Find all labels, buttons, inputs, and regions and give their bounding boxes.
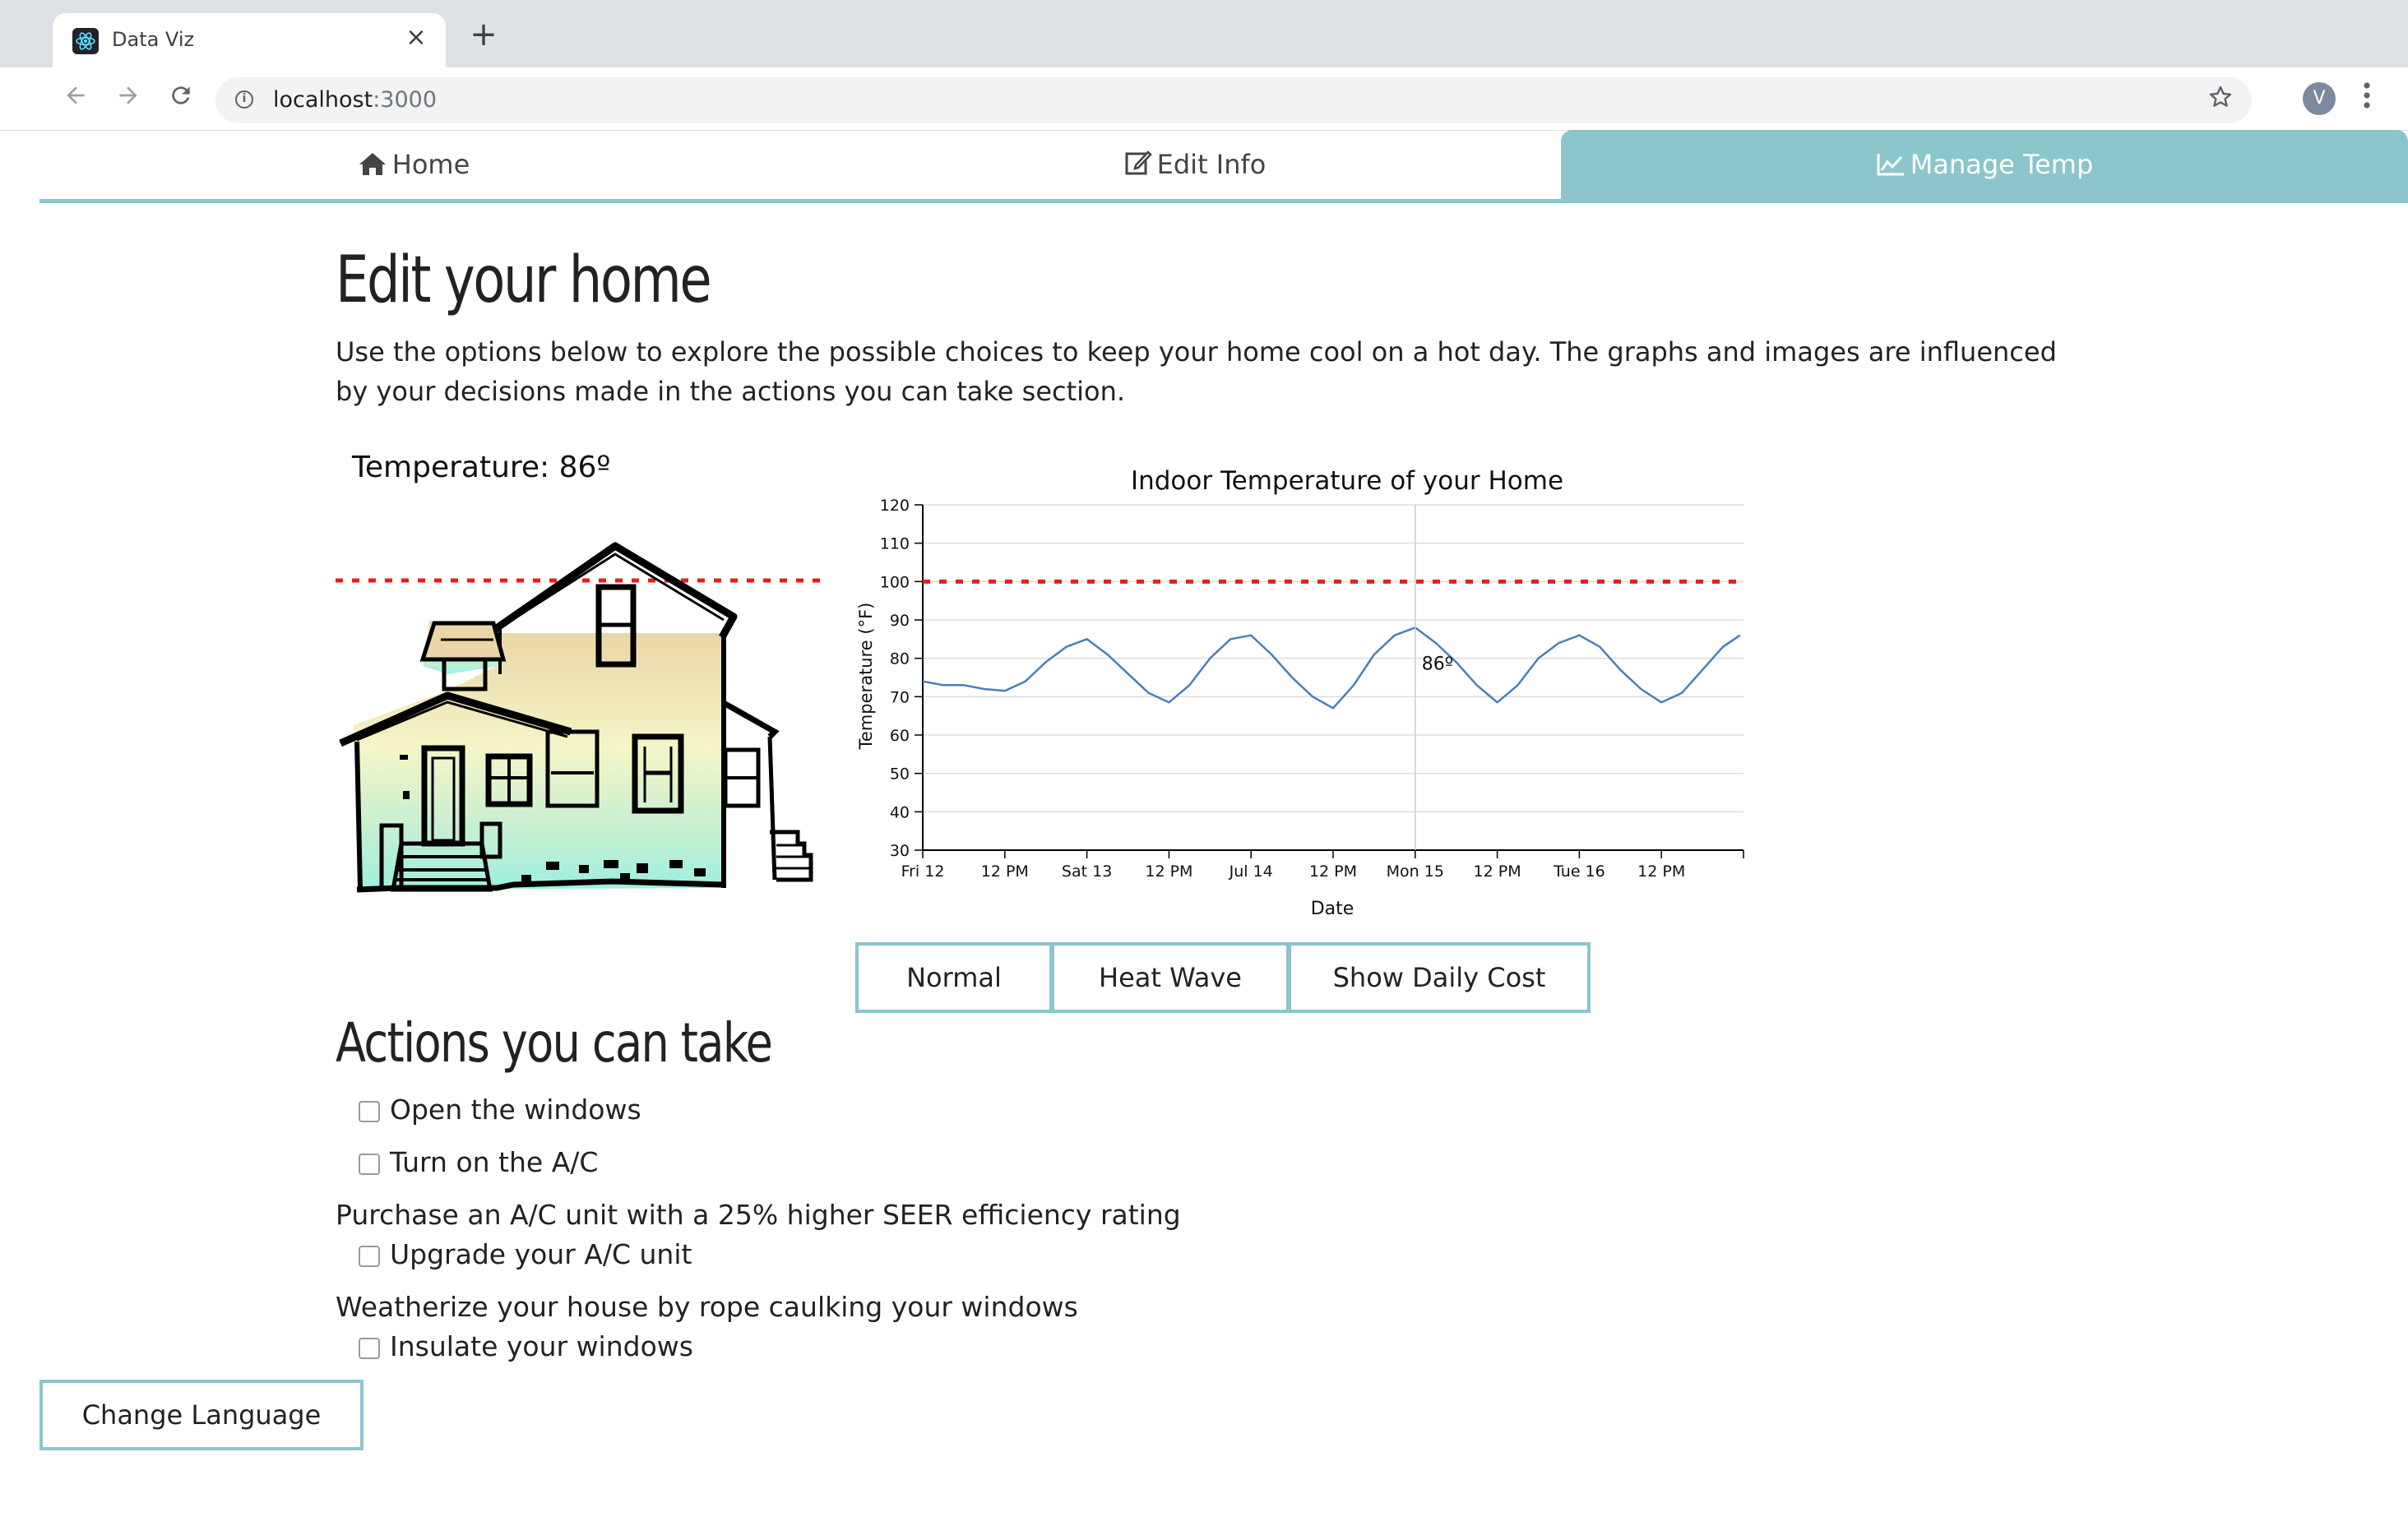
- profile-avatar[interactable]: V: [2303, 82, 2336, 115]
- x-tick-label: 12 PM: [1309, 862, 1357, 881]
- x-tick-label: Fri 12: [901, 862, 945, 881]
- chart-y-label: Temperature (°F): [856, 603, 876, 751]
- house-illustration: [336, 542, 829, 893]
- chart-title: Indoor Temperature of your Home: [1131, 466, 1563, 496]
- insulate-windows-checkbox[interactable]: [359, 1338, 380, 1359]
- open-windows-checkbox[interactable]: [359, 1101, 380, 1122]
- nav-edit-info-label: Edit Info: [1156, 149, 1267, 180]
- insulate-windows-option[interactable]: Insulate your windows: [359, 1330, 693, 1362]
- temperature-chart: Indoor Temperature of your Home 30 40 50 60…: [856, 466, 1744, 919]
- edit-icon: [1125, 150, 1152, 175]
- weatherize-text: Weatherize your house by rope caulking y…: [336, 1291, 1078, 1323]
- turn-on-ac-label: Turn on the A/C: [390, 1146, 599, 1178]
- url-port: :3000: [373, 87, 438, 113]
- x-tick-label: 12 PM: [1637, 862, 1685, 881]
- new-tab-icon[interactable]: +: [465, 18, 502, 51]
- purchase-ac-text: Purchase an A/C unit with a 25% higher S…: [336, 1199, 1181, 1231]
- nav-home-label: Home: [391, 149, 470, 180]
- browser-toolbar: i localhost:3000 V: [0, 67, 2408, 131]
- nav-manage-temp[interactable]: Manage Temp: [1561, 130, 2408, 199]
- browser-tab[interactable]: Data Viz ×: [53, 13, 446, 67]
- y-tick-label: 120: [880, 497, 910, 515]
- reload-icon[interactable]: [164, 82, 197, 116]
- url-text: localhost:3000: [273, 87, 437, 113]
- insulate-windows-label: Insulate your windows: [390, 1330, 693, 1362]
- change-language-button[interactable]: Change Language: [39, 1380, 364, 1450]
- nav-manage-temp-label: Manage Temp: [1910, 149, 2094, 180]
- close-tab-icon[interactable]: ×: [401, 23, 431, 52]
- x-tick-label: 12 PM: [981, 862, 1029, 881]
- x-tick-label: 12 PM: [1145, 862, 1192, 881]
- browser-tab-strip: Data Viz × +: [0, 0, 2408, 67]
- y-tick-label: 50: [890, 765, 910, 784]
- normal-button[interactable]: Normal: [855, 942, 1053, 1013]
- tab-title: Data Viz: [112, 28, 195, 51]
- x-tick-label: Jul 14: [1229, 862, 1273, 881]
- x-tick-label: 12 PM: [1474, 862, 1521, 881]
- y-tick-label: 90: [890, 612, 910, 630]
- temperature-label: Temperature: 86º: [352, 451, 611, 484]
- hover-value-label: 86º: [1422, 654, 1453, 675]
- open-windows-option[interactable]: Open the windows: [359, 1094, 641, 1126]
- y-tick-label: 30: [890, 842, 910, 860]
- x-tick-label: Sat 13: [1062, 862, 1112, 881]
- y-tick-label: 60: [890, 727, 910, 745]
- actions-title: Actions you can take: [336, 1011, 773, 1075]
- more-vert-icon[interactable]: [2359, 79, 2375, 119]
- y-tick-label: 110: [880, 535, 910, 553]
- chart-x-label: Date: [1311, 899, 1354, 919]
- turn-on-ac-option[interactable]: Turn on the A/C: [359, 1146, 598, 1178]
- nav-edit-info[interactable]: Edit Info: [788, 130, 1602, 199]
- y-tick-label: 100: [880, 573, 910, 591]
- y-tick-label: 70: [890, 688, 910, 706]
- react-favicon: [72, 28, 99, 54]
- turn-on-ac-checkbox[interactable]: [359, 1154, 380, 1175]
- star-icon[interactable]: [2207, 84, 2234, 118]
- y-tick-label: 40: [890, 803, 910, 821]
- y-tick-label: 80: [890, 650, 910, 668]
- app-nav: Home Edit Info Manage Temp: [39, 130, 2408, 203]
- page-title: Edit your home: [336, 243, 712, 317]
- heat-wave-button[interactable]: Heat Wave: [1051, 942, 1290, 1013]
- upgrade-ac-checkbox[interactable]: [359, 1246, 380, 1267]
- open-windows-label: Open the windows: [390, 1094, 641, 1126]
- line-chart-icon: [1877, 154, 1904, 176]
- info-icon[interactable]: i: [235, 90, 253, 109]
- url-host: localhost: [273, 87, 373, 113]
- forward-arrow-icon[interactable]: [112, 82, 145, 116]
- upgrade-ac-option[interactable]: Upgrade your A/C unit: [359, 1238, 692, 1270]
- intro-text: Use the options below to explore the pos…: [336, 336, 2057, 407]
- nav-home[interactable]: Home: [39, 130, 788, 199]
- show-daily-cost-button[interactable]: Show Daily Cost: [1288, 942, 1591, 1013]
- home-icon: [359, 153, 386, 175]
- x-tick-label: Tue 16: [1553, 862, 1605, 881]
- x-tick-label: Mon 15: [1387, 862, 1444, 881]
- address-bar[interactable]: i localhost:3000: [215, 77, 2252, 123]
- back-arrow-icon[interactable]: [59, 82, 92, 116]
- upgrade-ac-label: Upgrade your A/C unit: [390, 1238, 692, 1270]
